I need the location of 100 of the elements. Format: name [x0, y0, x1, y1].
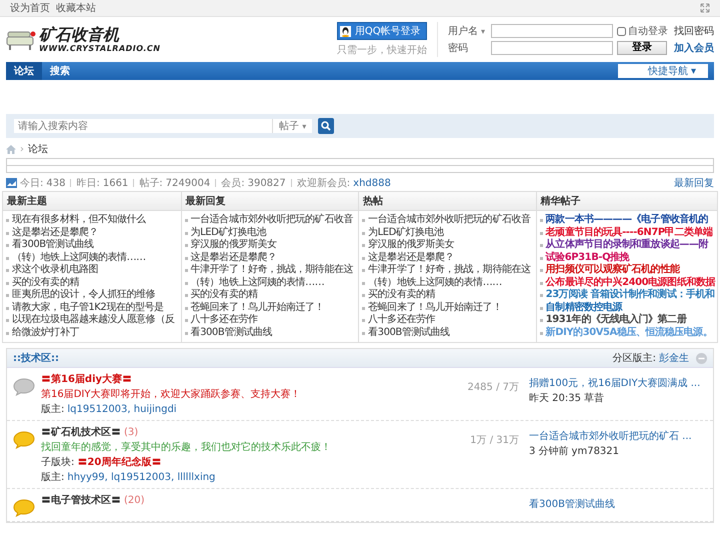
- chart-icon: [6, 178, 17, 188]
- stat-label: 欢迎新会员:: [296, 176, 350, 190]
- post-link[interactable]: 现在有很多材料，但不知做什么: [5, 214, 179, 226]
- home-icon[interactable]: [6, 144, 16, 154]
- auto-login-label[interactable]: 自动登录: [628, 24, 668, 38]
- post-link[interactable]: 为LED矿灯换电池: [361, 226, 534, 239]
- subforum-label: 子版块:: [41, 456, 74, 469]
- forum-title-link[interactable]: 〓第16届diy大赛〓: [41, 372, 132, 386]
- moderator-links[interactable]: hhyy99, lq19512003, llllllxing: [67, 472, 216, 482]
- stat-value: 438: [46, 178, 66, 188]
- post-link[interactable]: 穿汉服的俄罗斯美女: [361, 239, 534, 252]
- logo-title: 矿石收音机: [39, 26, 120, 44]
- post-link[interactable]: 八十多还在劳作: [184, 314, 356, 326]
- search-input[interactable]: 请输入搜索内容: [14, 119, 272, 133]
- forum-description: 第16届DIY大赛即将开始，欢迎大家踊跃参赛、支持大赛！: [41, 388, 302, 401]
- penguin-icon: [340, 26, 351, 36]
- expand-icon[interactable]: [700, 3, 710, 13]
- register-link[interactable]: 加入会员: [674, 41, 714, 55]
- qq-hint: 只需一步，快速开始: [336, 44, 427, 57]
- last-post-time: 3 分钟前: [529, 444, 569, 458]
- forgot-password-link[interactable]: 找回密码: [674, 24, 714, 38]
- moderator-label: 版主:: [41, 470, 64, 484]
- username-label[interactable]: 用户名 ▾: [448, 24, 485, 38]
- post-link[interactable]: 这是攀岩还是攀爬？: [184, 252, 356, 264]
- password-label: 密码: [448, 42, 469, 55]
- post-link[interactable]: 为LED矿灯换电池: [184, 226, 356, 239]
- post-link[interactable]: 看300B管测试曲线: [184, 326, 356, 339]
- stat-label: 昨日:: [76, 177, 100, 190]
- section-title[interactable]: ::技术区::: [13, 351, 59, 365]
- post-link[interactable]: 试验6P31B-Q推挽: [538, 252, 715, 264]
- top-link[interactable]: 设为首页: [10, 1, 50, 15]
- latest-reply-link[interactable]: 最新回复: [674, 176, 714, 190]
- nav-tab[interactable]: 论坛: [6, 62, 42, 80]
- column-header: 热帖: [359, 192, 536, 211]
- post-link[interactable]: 求这个收录机电路图: [5, 264, 179, 276]
- post-link[interactable]: 两款一本书————《电子管收音机的: [538, 214, 715, 226]
- post-link[interactable]: 苍蝇回来了！鸟儿开始南迁了！: [361, 302, 534, 314]
- moderator-links[interactable]: lq19512003, huijingdi: [67, 404, 177, 414]
- search-scope-dropdown[interactable]: 帖子 ▾: [272, 119, 312, 133]
- last-post-user[interactable]: ym78321: [572, 446, 620, 456]
- stat-label: 帖子:: [139, 176, 163, 190]
- post-link[interactable]: 牛津开学了！好奇，挑战，期待能在这: [361, 264, 534, 276]
- section-moderator-label: 分区版主:: [612, 352, 656, 365]
- collapse-icon[interactable]: [696, 352, 707, 364]
- section-moderator-link[interactable]: 彭金生: [659, 351, 689, 365]
- post-link[interactable]: 苍蝇回来了！鸟儿开始南迁了！: [184, 302, 356, 314]
- post-link[interactable]: 1931年的《无线电入门》第二册: [538, 314, 715, 326]
- post-link[interactable]: （转）地铁上这阿姨的表情……: [5, 252, 179, 264]
- post-link[interactable]: 自制精密数控电源: [538, 302, 715, 314]
- forum-title-link[interactable]: 〓矿石机技术区〓: [41, 425, 121, 439]
- post-link[interactable]: 穿汉服的俄罗斯美女: [184, 239, 356, 252]
- thread-post-counts: 1万 / 31万: [470, 435, 519, 446]
- post-link[interactable]: 八十多还在劳作: [361, 314, 534, 326]
- breadcrumb-link[interactable]: 论坛: [28, 142, 48, 156]
- post-link[interactable]: 用扫频仪可以观察矿石机的性能: [538, 264, 715, 276]
- last-post-time: 昨天 20:35: [529, 392, 581, 405]
- password-input[interactable]: [491, 41, 613, 55]
- quick-nav-button[interactable]: 快捷导航 ▾: [618, 64, 708, 78]
- post-link[interactable]: 以现在垃圾电器越来越没人愿意修（反: [5, 314, 179, 326]
- auto-login-checkbox[interactable]: [617, 26, 626, 36]
- post-link[interactable]: 这是攀岩还是攀爬？: [5, 226, 179, 239]
- login-button[interactable]: 登录: [617, 41, 667, 55]
- column-header: 精华帖子: [536, 192, 717, 211]
- qq-login-button[interactable]: 用QQ帐号登录: [336, 22, 427, 40]
- post-link[interactable]: 一台适合城市郊外收听把玩的矿石收音: [184, 214, 356, 226]
- forum-title-link[interactable]: 〓电子管技术区〓: [41, 493, 121, 507]
- post-link[interactable]: （转）地铁上这阿姨的表情……: [361, 276, 534, 289]
- last-post-link[interactable]: 一台适合城市郊外收听把玩的矿石 ...: [529, 429, 709, 443]
- new-member-link[interactable]: xhd888: [353, 178, 391, 188]
- thread-post-counts: 2485 / 7万: [467, 382, 519, 393]
- post-link[interactable]: 买的没有卖的精: [361, 289, 534, 302]
- post-link[interactable]: 看300B管测试曲线: [5, 239, 179, 252]
- post-link[interactable]: 老顽童节目的玩具----6N7P甲二类单端: [538, 226, 715, 239]
- stat-label: 会员:: [221, 177, 245, 190]
- post-link[interactable]: 这是攀岩还是攀爬？: [361, 252, 534, 264]
- top-link[interactable]: 收藏本站: [56, 1, 96, 15]
- post-link[interactable]: 看300B管测试曲线: [361, 326, 534, 339]
- post-link[interactable]: 买的没有卖的精: [5, 276, 179, 289]
- post-link[interactable]: 匪夷所思的设计，令人抓狂的维修: [5, 289, 179, 302]
- post-link[interactable]: 买的没有卖的精: [184, 289, 356, 302]
- last-post-user[interactable]: 草昔: [584, 391, 604, 405]
- today-post-count: (3): [124, 426, 138, 438]
- search-button[interactable]: [318, 118, 334, 134]
- post-link[interactable]: 一台适合城市郊外收听把玩的矿石收音: [361, 214, 534, 226]
- subforum-link[interactable]: 〓20周年纪念版〓: [77, 455, 162, 469]
- username-input[interactable]: [491, 24, 613, 38]
- stat-value: 1661: [102, 178, 128, 188]
- breadcrumb-separator: ›: [20, 144, 24, 154]
- post-link[interactable]: 给微波炉打补丁: [5, 326, 179, 339]
- post-link[interactable]: 公布最详尽的中兴2400电源图纸和数据: [538, 276, 715, 289]
- nav-tab[interactable]: 搜索: [42, 62, 78, 80]
- post-link[interactable]: 从立体声节目的录制和重放谈起——附: [538, 239, 715, 252]
- post-link[interactable]: 23万阅读 音箱设计制作和测试：手机和: [538, 289, 715, 302]
- post-link[interactable]: 牛津开学了！好奇，挑战，期待能在这: [184, 264, 356, 276]
- column-header: 最新回复: [182, 192, 358, 211]
- post-link[interactable]: 请教大家，电子管1K2现在的型号是: [5, 302, 179, 314]
- post-link[interactable]: （转）地铁上这阿姨的表情……: [184, 276, 356, 289]
- last-post-link[interactable]: 看300B管测试曲线: [529, 497, 709, 511]
- stat-value: 390827: [248, 178, 286, 188]
- last-post-link[interactable]: 捐赠100元，祝16届DIY大赛圆满成 ...: [529, 376, 709, 390]
